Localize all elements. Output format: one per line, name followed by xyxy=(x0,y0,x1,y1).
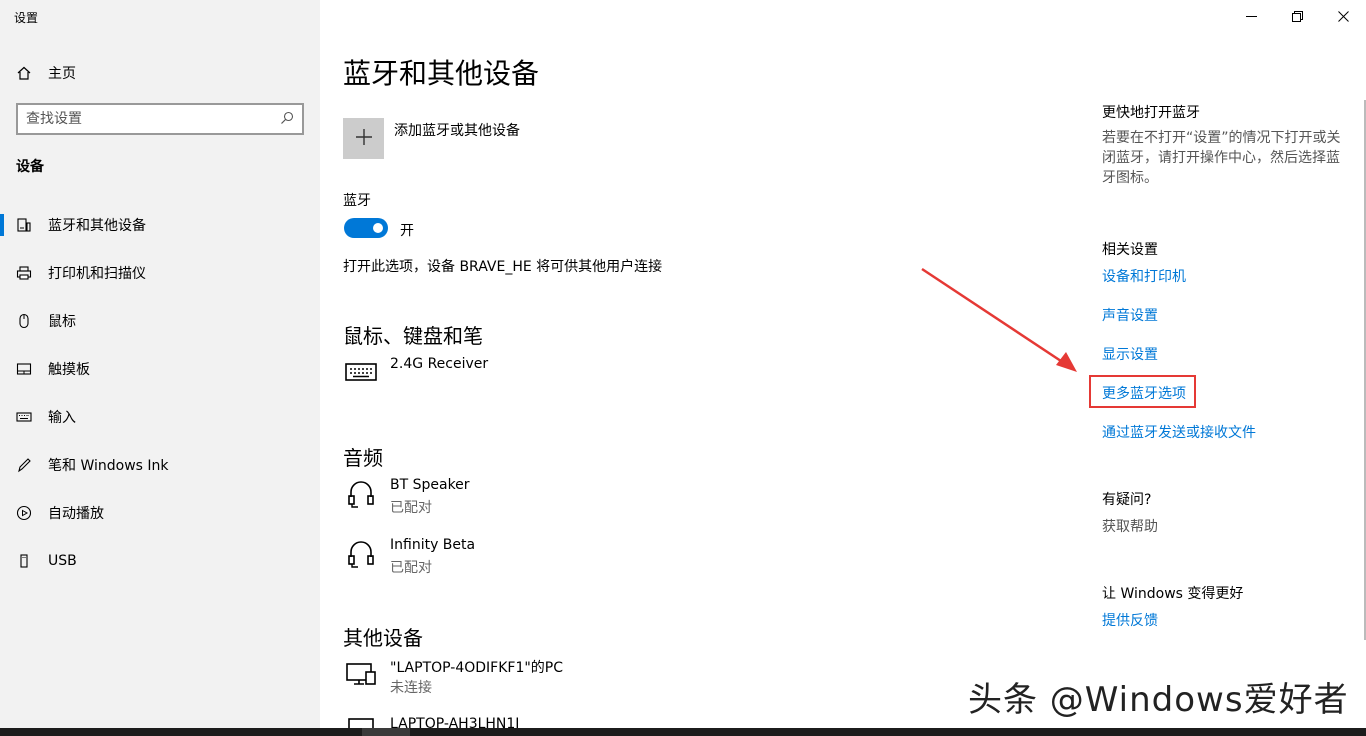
sidebar-item-label: 输入 xyxy=(48,410,76,426)
link-give-feedback[interactable]: 提供反馈 xyxy=(1102,610,1158,630)
sidebar-section-title: 设备 xyxy=(16,159,44,175)
usb-icon xyxy=(0,553,48,569)
headset-icon xyxy=(343,476,379,512)
sidebar-item-bluetooth[interactable]: 蓝牙和其他设备 xyxy=(0,205,320,245)
restore-button[interactable] xyxy=(1274,0,1320,32)
device-name[interactable]: BT Speaker xyxy=(390,477,470,493)
sidebar-item-label: 笔和 Windows Ink xyxy=(48,458,169,474)
autoplay-icon xyxy=(0,505,48,521)
feedback-title: 让 Windows 变得更好 xyxy=(1102,586,1244,602)
touchpad-icon xyxy=(0,361,48,377)
keyboard-icon xyxy=(343,354,379,390)
bluetooth-devices-icon xyxy=(0,217,48,233)
bluetooth-label: 蓝牙 xyxy=(343,193,371,209)
sidebar-item-autoplay[interactable]: 自动播放 xyxy=(0,493,320,533)
sidebar-item-label: 鼠标 xyxy=(48,314,76,330)
group-title-input-devices: 鼠标、键盘和笔 xyxy=(343,324,483,348)
annotation-arrow xyxy=(921,267,1077,372)
link-devices-printers[interactable]: 设备和打印机 xyxy=(1102,266,1186,286)
link-send-receive-files[interactable]: 通过蓝牙发送或接收文件 xyxy=(1102,422,1256,442)
sidebar-item-input[interactable]: 输入 xyxy=(0,397,320,437)
sidebar-item-label: 蓝牙和其他设备 xyxy=(48,218,146,234)
bluetooth-toggle[interactable] xyxy=(344,218,388,238)
device-name[interactable]: Infinity Beta xyxy=(390,537,475,553)
search-input[interactable] xyxy=(26,111,280,127)
keyboard-icon xyxy=(0,409,48,425)
printer-icon xyxy=(0,265,48,281)
device-status: 已配对 xyxy=(390,560,432,576)
quick-bluetooth-title: 更快地打开蓝牙 xyxy=(1102,105,1200,121)
close-icon xyxy=(1337,7,1349,26)
minimize-button[interactable] xyxy=(1228,0,1274,32)
link-sound-settings[interactable]: 声音设置 xyxy=(1102,305,1158,325)
add-device-label[interactable]: 添加蓝牙或其他设备 xyxy=(394,120,520,140)
watermark: 头条 @Windows爱好者 xyxy=(968,680,1349,720)
link-display-settings[interactable]: 显示设置 xyxy=(1102,344,1158,364)
home-icon xyxy=(0,65,48,81)
sidebar-item-touchpad[interactable]: 触摸板 xyxy=(0,349,320,389)
annotation-highlight-box xyxy=(1089,375,1196,408)
page-title: 蓝牙和其他设备 xyxy=(343,57,540,90)
sidebar-item-mouse[interactable]: 鼠标 xyxy=(0,301,320,341)
sidebar-item-label: 打印机和扫描仪 xyxy=(48,266,146,282)
question-title: 有疑问? xyxy=(1102,492,1152,508)
search-icon[interactable] xyxy=(280,110,294,129)
restore-icon xyxy=(1291,7,1303,26)
sidebar-item-label: 触摸板 xyxy=(48,362,90,378)
bluetooth-toggle-state: 开 xyxy=(400,223,414,239)
close-button[interactable] xyxy=(1320,0,1366,32)
device-name[interactable]: "LAPTOP-4ODIFKF1"的PC xyxy=(390,657,563,677)
link-get-help[interactable]: 获取帮助 xyxy=(1102,516,1158,536)
window-title: 设置 xyxy=(14,11,39,25)
minimize-icon xyxy=(1245,7,1257,26)
bluetooth-description: 打开此选项，设备 BRAVE_HE 将可供其他用户连接 xyxy=(343,259,663,275)
quick-bluetooth-text: 若要在不打开“设置”的情况下打开或关闭蓝牙，请打开操作中心，然后选择蓝牙图标。 xyxy=(1102,130,1341,186)
group-title-other-devices: 其他设备 xyxy=(343,626,423,650)
device-status: 已配对 xyxy=(390,500,432,516)
related-settings-title: 相关设置 xyxy=(1102,242,1158,258)
taskbar xyxy=(0,728,1366,736)
sidebar-home-label: 主页 xyxy=(48,66,76,82)
device-name[interactable]: 2.4G Receiver xyxy=(390,356,488,372)
mouse-icon xyxy=(0,313,48,329)
sidebar-item-label: USB xyxy=(48,553,77,569)
pc-display-icon xyxy=(343,656,379,692)
sidebar-home[interactable]: 主页 xyxy=(0,53,320,93)
sidebar-item-label: 自动播放 xyxy=(48,506,104,522)
pen-icon xyxy=(0,457,48,473)
plus-icon xyxy=(355,128,373,150)
headset-icon xyxy=(343,536,379,572)
search-box[interactable] xyxy=(16,103,304,135)
sidebar-item-usb[interactable]: USB xyxy=(0,541,320,581)
device-status: 未连接 xyxy=(390,680,432,696)
sidebar-item-pen[interactable]: 笔和 Windows Ink xyxy=(0,445,320,485)
taskbar-item[interactable] xyxy=(362,728,410,736)
sidebar: 设置 主页 设备 蓝牙和其他设备 打印机和扫描仪 鼠标 触摸板 xyxy=(0,0,320,736)
group-title-audio: 音频 xyxy=(343,446,383,470)
sidebar-item-printers[interactable]: 打印机和扫描仪 xyxy=(0,253,320,293)
add-device-button[interactable] xyxy=(343,118,384,159)
